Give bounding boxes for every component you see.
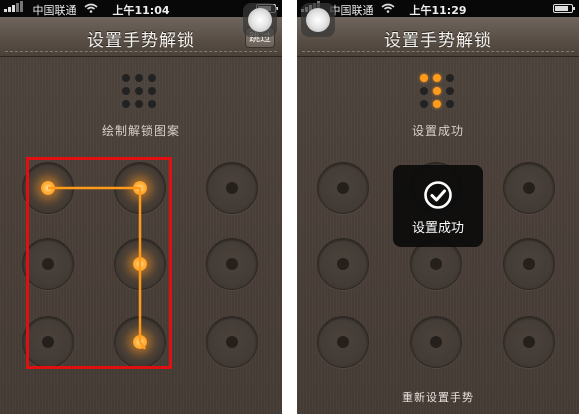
left-phone-screen: 中国联通 上午11:04 设置手势解锁 跳过 绘制解锁图案 bbox=[0, 0, 282, 414]
pattern-node-1[interactable] bbox=[317, 162, 369, 214]
right-phone-screen: 中国联通 上午11:29 设置手势解锁 设置成功 设置成功 重新设置手势 bbox=[297, 0, 579, 414]
assistive-touch-icon[interactable] bbox=[243, 3, 277, 37]
pattern-node-2[interactable] bbox=[114, 162, 166, 214]
pattern-node-3[interactable] bbox=[503, 162, 555, 214]
pattern-node-1[interactable] bbox=[22, 162, 74, 214]
reset-gesture-link[interactable]: 重新设置手势 bbox=[297, 389, 579, 405]
pattern-node-9[interactable] bbox=[206, 316, 258, 368]
success-toast: 设置成功 bbox=[393, 165, 483, 247]
pattern-lock-grid[interactable] bbox=[0, 0, 282, 414]
toast-message: 设置成功 bbox=[411, 221, 464, 236]
pattern-node-7[interactable] bbox=[22, 316, 74, 368]
pattern-node-7[interactable] bbox=[317, 316, 369, 368]
pattern-node-6[interactable] bbox=[206, 238, 258, 290]
pattern-node-8[interactable] bbox=[114, 316, 166, 368]
pattern-node-6[interactable] bbox=[503, 238, 555, 290]
pattern-node-4[interactable] bbox=[317, 238, 369, 290]
pattern-node-3[interactable] bbox=[206, 162, 258, 214]
pattern-node-4[interactable] bbox=[22, 238, 74, 290]
pattern-node-8[interactable] bbox=[410, 316, 462, 368]
pattern-node-9[interactable] bbox=[503, 316, 555, 368]
checkmark-circle-icon bbox=[424, 181, 452, 209]
pattern-node-5[interactable] bbox=[114, 238, 166, 290]
assistive-touch-icon[interactable] bbox=[301, 3, 335, 37]
